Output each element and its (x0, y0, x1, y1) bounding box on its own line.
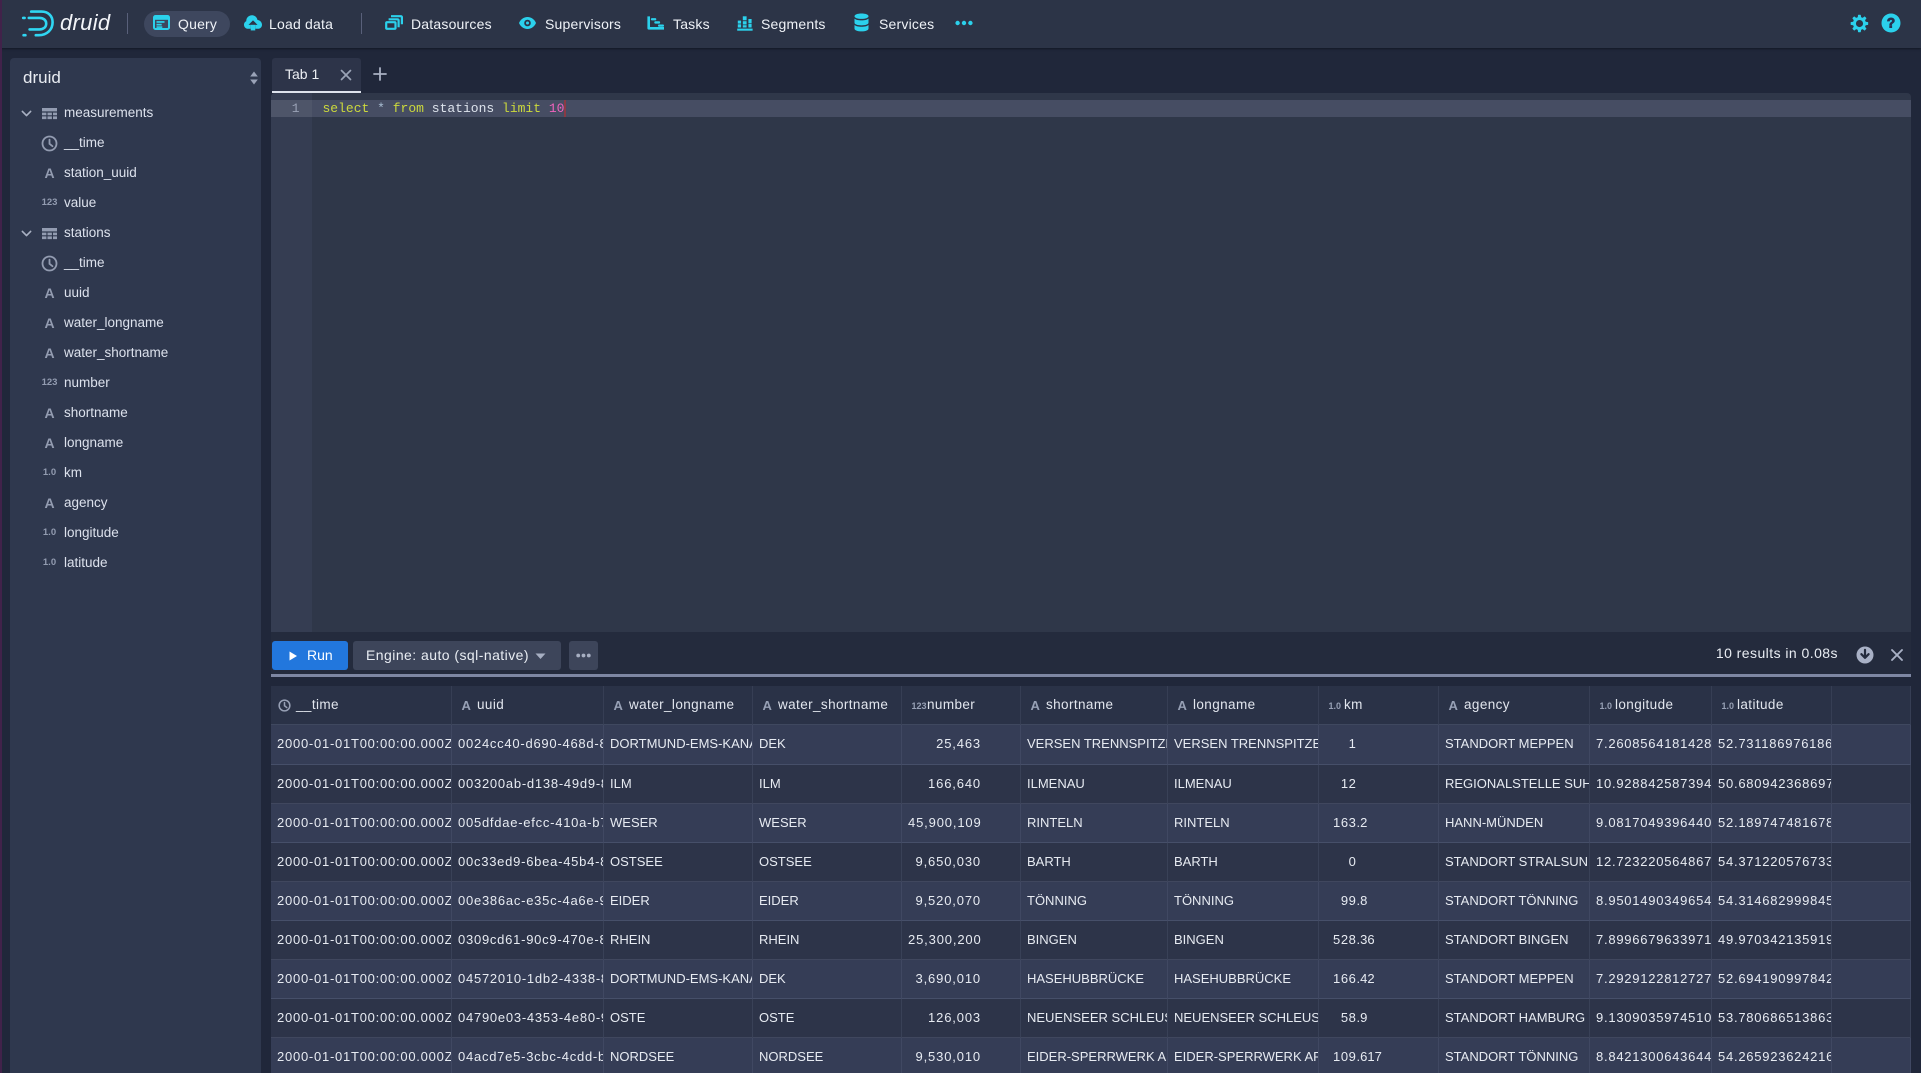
svg-text:?: ? (1887, 16, 1895, 31)
